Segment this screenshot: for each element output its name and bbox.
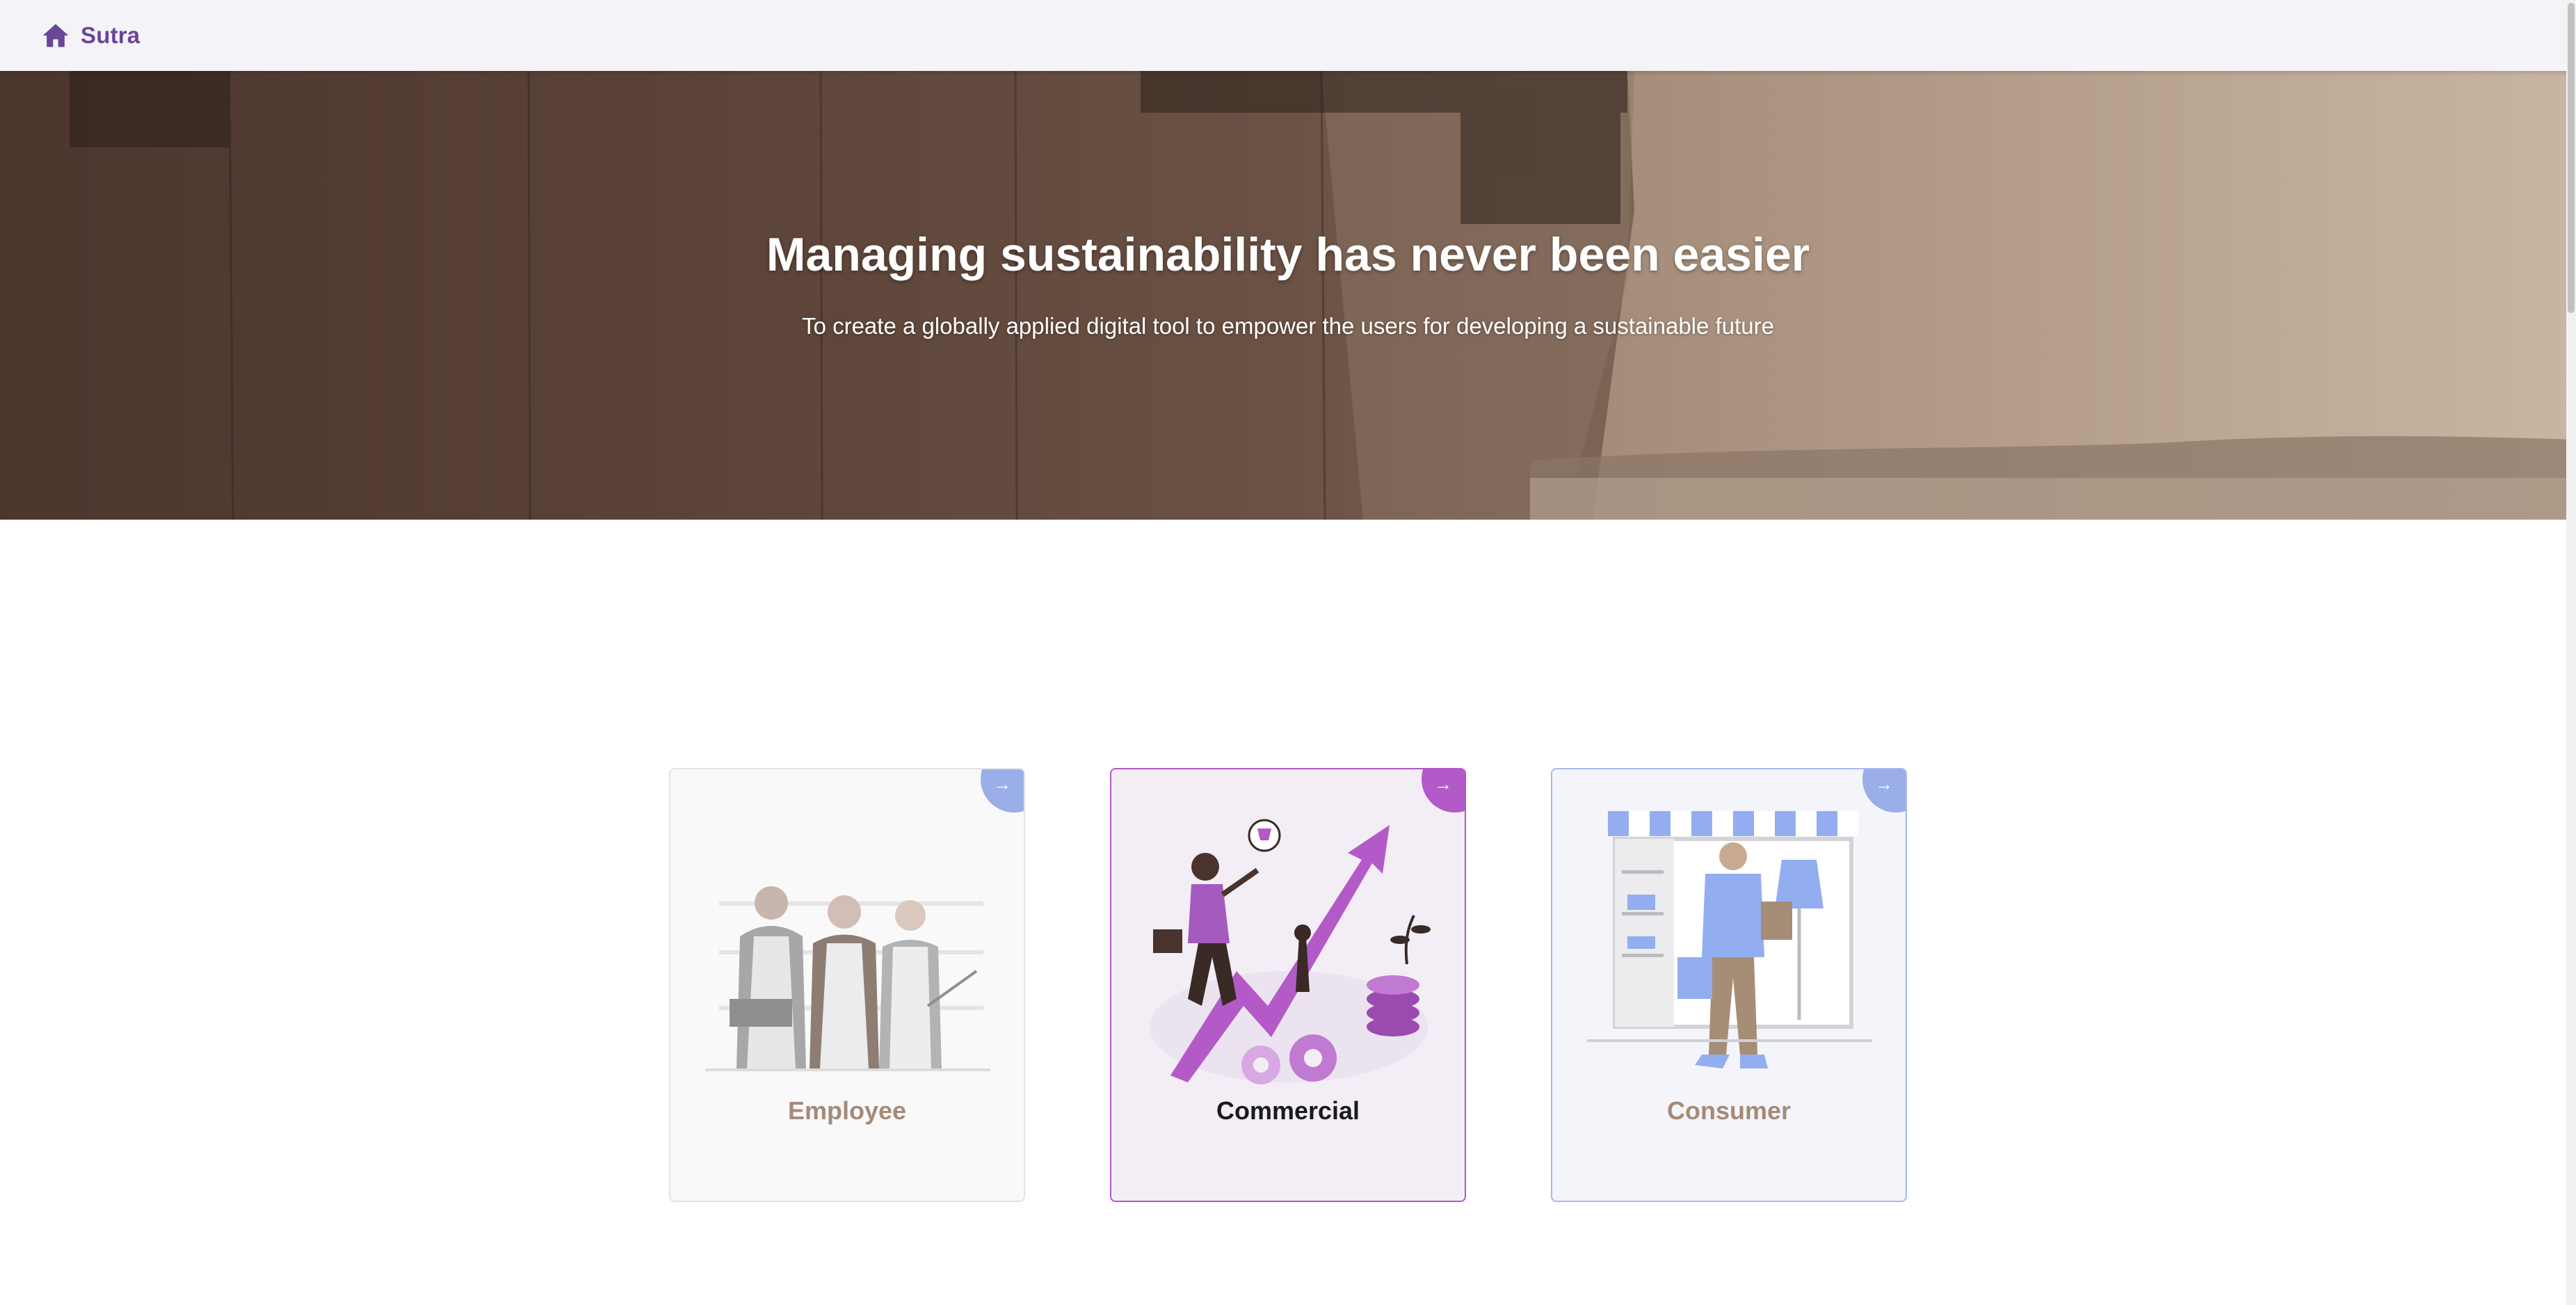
hero-ship-image	[0, 71, 2576, 520]
card-commercial-label: Commercial	[1216, 1096, 1360, 1125]
page-scrollbar[interactable]	[2566, 0, 2576, 1305]
card-consumer-label: Consumer	[1666, 1096, 1792, 1125]
arrow-right-icon: →	[1434, 774, 1452, 794]
arrow-right-icon: →	[1875, 774, 1893, 794]
home-icon	[40, 20, 71, 51]
commercial-growth-illustration	[1150, 819, 1431, 1084]
arrow-right-icon: →	[993, 774, 1011, 794]
top-navbar: Sutra	[0, 0, 2576, 71]
card-employee[interactable]: → Employee	[669, 768, 1025, 1202]
scrollbar-thumb[interactable]	[2568, 3, 2575, 313]
employees-illustration	[705, 886, 990, 1071]
brand-name: Sutra	[81, 22, 140, 48]
consumer-shopping-illustration	[1587, 811, 1872, 1068]
hero-title: Managing sustainability has never been e…	[766, 228, 1810, 281]
card-employee-label: Employee	[787, 1096, 907, 1125]
hero-subtitle: To create a globally applied digital too…	[802, 313, 1774, 339]
hero-banner: Managing sustainability has never been e…	[0, 71, 2576, 520]
card-commercial[interactable]: → Commercial	[1110, 768, 1466, 1202]
brand-home-link[interactable]: Sutra	[40, 19, 140, 51]
card-consumer[interactable]: → Consumer	[1551, 768, 1907, 1202]
